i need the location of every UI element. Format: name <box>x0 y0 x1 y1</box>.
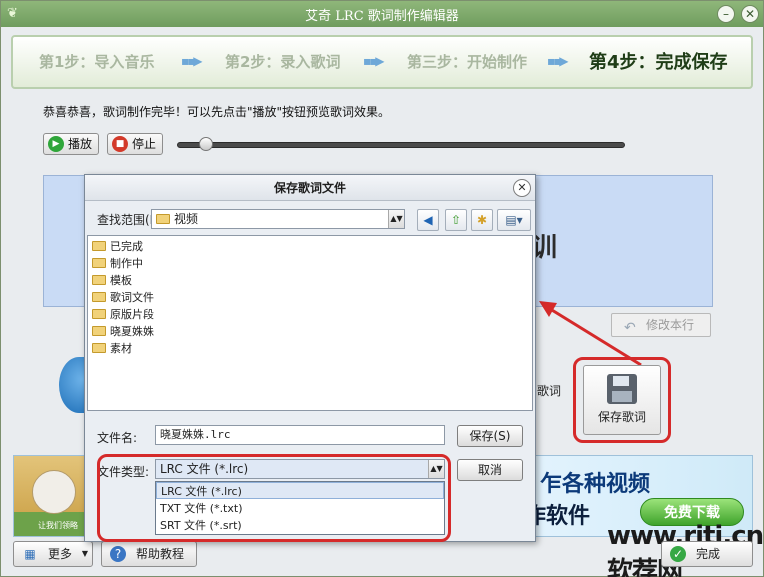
dialog-close-button[interactable]: ✕ <box>513 179 531 197</box>
folder-name: 已完成 <box>110 240 143 253</box>
help-tutorial-button[interactable]: ? 帮助教程 <box>101 541 197 567</box>
more-button[interactable]: ▦ 更多 ▼ <box>13 541 93 567</box>
play-icon: ▶ <box>48 136 64 152</box>
step-4-active: 第4步：完成保存 <box>589 52 728 73</box>
folder-icon <box>92 275 106 285</box>
folder-name: 模板 <box>110 274 132 287</box>
finish-label: 完成 <box>696 547 721 561</box>
step-bar: 第1步：导入音乐 ▪▪▶ 第2步：录入歌词 ▪▪▶ 第三步：开始制作 ▪▪▶ 第… <box>11 35 753 89</box>
more-label: 更多 <box>48 547 73 561</box>
folder-name: 素材 <box>110 342 132 355</box>
play-label: 播放 <box>68 137 93 151</box>
banner-headline: 乍各种视频 <box>540 472 651 497</box>
minimize-button[interactable]: – <box>717 5 735 23</box>
step-2: 第2步：录入歌词 <box>225 53 341 71</box>
chevron-down-icon: ▼ <box>81 549 88 558</box>
step-arrow-icon: ▪▪▶ <box>363 54 385 68</box>
folder-icon <box>92 326 106 336</box>
save-lyrics-label: 保存歌词 <box>597 410 646 424</box>
stop-icon: ■ <box>112 136 128 152</box>
lyrics-side-label: 歌词 <box>537 384 562 398</box>
folder-icon <box>92 258 106 268</box>
new-folder-icon[interactable]: ✱ <box>471 209 493 231</box>
completion-message: 恭喜恭喜，歌词制作完毕！可以先点击"播放"按钮预览歌词效果。 <box>43 105 391 119</box>
filename-label: 文件名: <box>97 431 138 445</box>
help-label: 帮助教程 <box>136 547 185 561</box>
list-item[interactable]: 歌词文件 <box>92 290 154 306</box>
folder-icon <box>92 309 106 319</box>
look-in-combo[interactable]: 视频 ▲▼ <box>151 209 405 229</box>
back-icon[interactable]: ◀ <box>417 209 439 231</box>
folder-name: 原版片段 <box>110 308 154 321</box>
stop-button[interactable]: ■ 停止 <box>107 133 163 155</box>
chevron-updown-icon: ▲▼ <box>388 210 404 228</box>
folder-icon <box>92 241 106 251</box>
folder-icon <box>92 292 106 302</box>
filetype-highlight <box>97 454 451 542</box>
filename-input[interactable]: 晓夏姝姝.lrc <box>155 425 445 445</box>
progress-slider[interactable] <box>177 142 625 148</box>
cancel-button[interactable]: 取消 <box>457 459 523 481</box>
banner-caption: 让我们领略 <box>38 521 78 530</box>
close-button[interactable]: ✕ <box>741 5 759 23</box>
list-item[interactable]: 模板 <box>92 273 132 289</box>
play-button[interactable]: ▶ 播放 <box>43 133 99 155</box>
step-3: 第三步：开始制作 <box>407 53 528 71</box>
folder-name: 制作中 <box>110 257 143 270</box>
dialog-title: 保存歌词文件 <box>85 175 535 201</box>
save-button[interactable]: 保存(S) <box>457 425 523 447</box>
folder-name: 晓夏姝姝 <box>110 325 154 338</box>
check-icon: ✓ <box>670 546 686 562</box>
title-bar: ❦ 艾奇 LRC 歌词制作编辑器 – ✕ <box>1 1 763 27</box>
progress-slider-thumb[interactable] <box>199 137 213 151</box>
step-arrow-icon: ▪▪▶ <box>547 54 569 68</box>
stop-label: 停止 <box>132 137 157 151</box>
list-item[interactable]: 原版片段 <box>92 307 154 323</box>
help-icon: ? <box>110 546 126 562</box>
save-lyrics-button[interactable]: 保存歌词 <box>583 365 661 435</box>
window-title: 艾奇 LRC 歌词制作编辑器 <box>305 9 459 24</box>
list-item[interactable]: 晓夏姝姝 <box>92 324 154 340</box>
list-item[interactable]: 素材 <box>92 341 132 357</box>
view-menu-icon[interactable]: ▤▾ <box>497 209 531 231</box>
step-arrow-icon: ▪▪▶ <box>181 54 203 68</box>
step-1: 第1步：导入音乐 <box>39 53 155 71</box>
windows-grid-icon: ▦ <box>24 547 36 561</box>
list-item[interactable]: 已完成 <box>92 239 143 255</box>
polar-bear-icon <box>32 470 76 514</box>
folder-icon <box>156 214 170 224</box>
up-folder-icon[interactable]: ⇧ <box>445 209 467 231</box>
floppy-disk-icon <box>607 374 637 404</box>
look-in-value: 视频 <box>174 212 199 226</box>
finish-button[interactable]: ✓ 完成 <box>661 541 753 567</box>
list-item[interactable]: 制作中 <box>92 256 143 272</box>
file-list[interactable]: 已完成 制作中 模板 歌词文件 原版片段 晓夏姝姝 素材 <box>87 235 533 411</box>
modify-line-label: 修改本行 <box>646 318 695 332</box>
folder-icon <box>92 343 106 353</box>
folder-name: 歌词文件 <box>110 291 154 304</box>
